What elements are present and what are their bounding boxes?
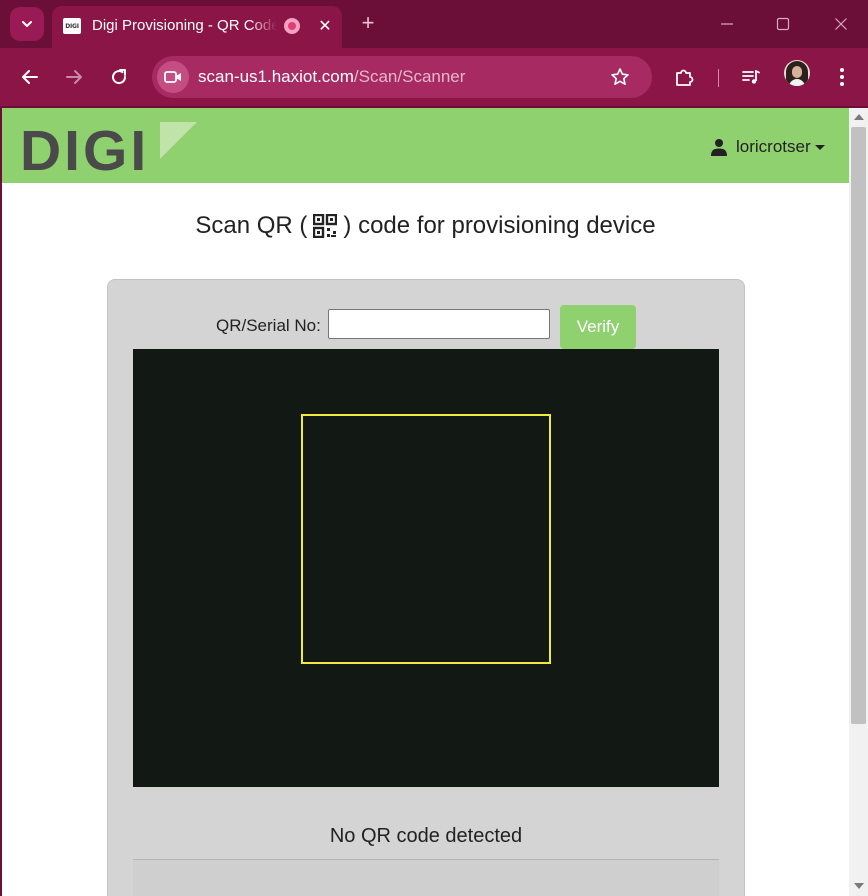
page-scrollbar[interactable]	[849, 108, 868, 896]
profile-avatar[interactable]	[784, 60, 810, 86]
back-arrow-icon	[22, 70, 38, 84]
logo-triangle	[160, 122, 197, 159]
forward-arrow-icon	[66, 70, 82, 84]
browser-tab-strip: DIGI Digi Provisioning - QR Code Scanner…	[0, 0, 868, 48]
scrollbar-thumb[interactable]	[851, 127, 866, 724]
media-control-button[interactable]	[735, 61, 767, 93]
digi-logo[interactable]: DIGI	[20, 120, 200, 176]
page-viewport: DIGI loricrotser Scan QR ( ) code for pr…	[2, 108, 849, 896]
user-icon	[711, 139, 727, 156]
url-path: /Scan/Scanner	[353, 67, 466, 86]
chevron-down-icon	[22, 21, 32, 27]
back-button[interactable]	[14, 61, 46, 93]
title-text-before: Scan QR (	[195, 212, 308, 239]
serial-number-label: QR/Serial No:	[216, 316, 321, 335]
extensions-button[interactable]	[668, 61, 700, 93]
username-label: loricrotser	[736, 137, 811, 156]
logo-wordmark: DIGI	[20, 120, 149, 176]
window-close-icon	[835, 18, 847, 30]
title-text-after: ) code for provisioning device	[343, 212, 656, 239]
address-bar[interactable]: scan-us1.haxiot.com/Scan/Scanner	[152, 56, 652, 98]
minimize-icon	[721, 23, 733, 25]
scanner-card: QR/Serial No: Verify No QR code detected	[107, 279, 745, 896]
star-icon	[611, 68, 629, 85]
new-tab-button[interactable]: +	[355, 10, 381, 36]
browser-toolbar: scan-us1.haxiot.com/Scan/Scanner	[0, 48, 868, 106]
recording-indicator-icon	[284, 18, 300, 34]
puzzle-piece-icon	[676, 69, 694, 86]
tab-close-button[interactable]: ✕	[314, 15, 336, 37]
window-maximize-button[interactable]	[768, 10, 798, 38]
camera-preview	[133, 349, 719, 787]
site-info-button[interactable]	[157, 61, 189, 93]
kebab-menu-icon	[840, 68, 844, 86]
browser-menu-button[interactable]	[826, 61, 858, 93]
toolbar-divider	[718, 69, 719, 87]
tab-search-button[interactable]	[10, 7, 44, 41]
tab-title: Digi Provisioning - QR Code Scanner	[92, 17, 277, 34]
scroll-down-arrow-icon[interactable]	[854, 883, 864, 889]
reload-button[interactable]	[103, 61, 135, 93]
url-text: scan-us1.haxiot.com/Scan/Scanner	[198, 67, 465, 87]
scan-region-frame	[301, 414, 551, 664]
page-title: Scan QR ( ) code for provisioning device	[2, 212, 849, 240]
scan-status-text: No QR code detected	[329, 825, 523, 847]
url-host: scan-us1.haxiot.com	[198, 67, 354, 86]
qr-code-icon	[313, 214, 338, 238]
digi-favicon-icon: DIGI	[63, 18, 81, 34]
user-menu-dropdown[interactable]: loricrotser	[710, 137, 825, 157]
window-minimize-button[interactable]	[712, 10, 742, 38]
avatar-face	[792, 66, 802, 78]
caret-down-icon	[814, 144, 825, 150]
media-playlist-icon	[742, 70, 760, 84]
bookmark-button[interactable]	[608, 65, 632, 89]
scroll-up-arrow-icon[interactable]	[854, 114, 864, 120]
site-header: DIGI loricrotser	[2, 108, 849, 183]
browser-tab[interactable]: DIGI Digi Provisioning - QR Code Scanner…	[52, 6, 342, 48]
maximize-icon	[776, 17, 790, 31]
reload-icon	[112, 69, 127, 85]
forward-button[interactable]	[58, 61, 90, 93]
camera-in-use-icon	[164, 71, 181, 83]
verify-button[interactable]: Verify	[560, 305, 636, 349]
window-close-button[interactable]	[826, 10, 856, 38]
serial-number-input[interactable]	[328, 309, 550, 339]
scan-results-area	[133, 859, 719, 896]
